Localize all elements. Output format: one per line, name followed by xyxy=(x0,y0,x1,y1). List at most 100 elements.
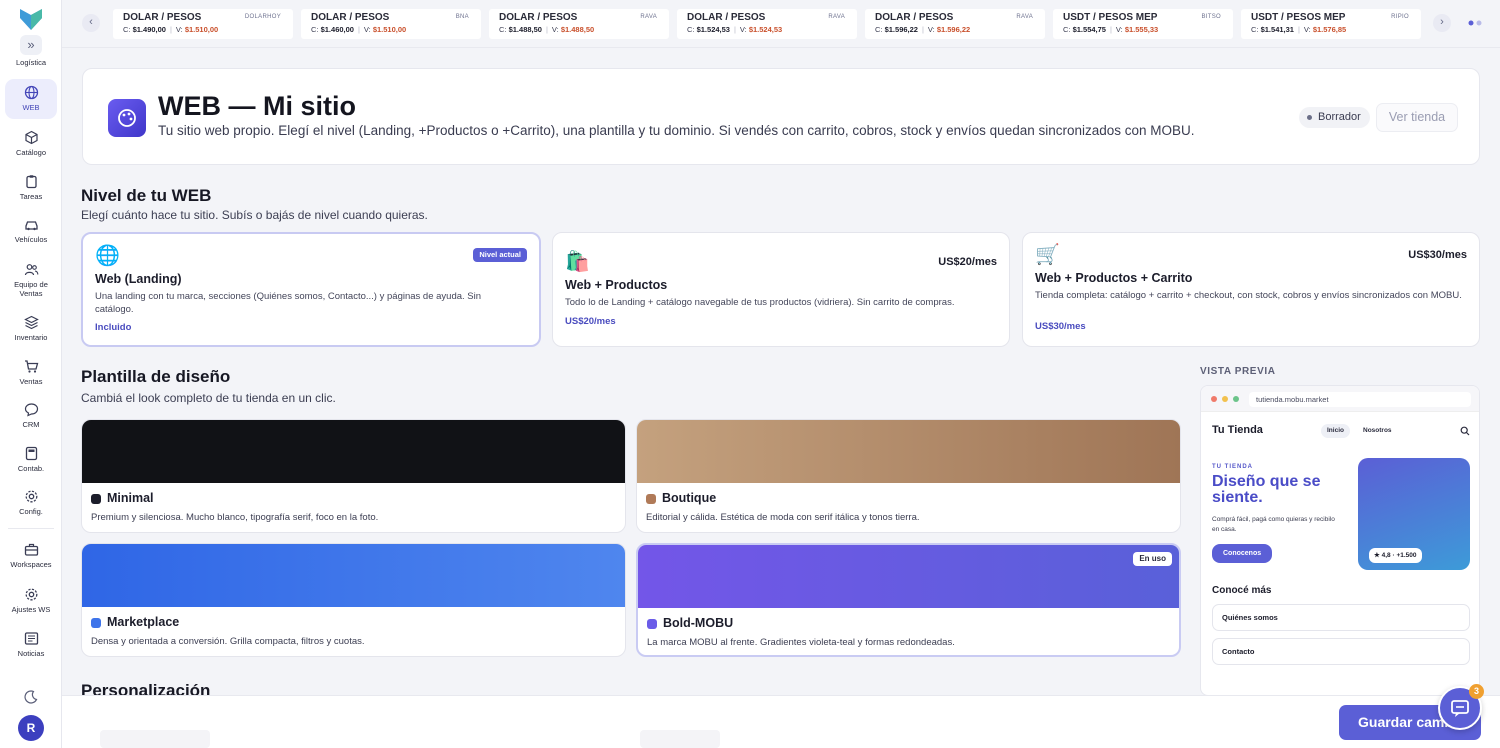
sidebar-item-label: Equipo de Ventas xyxy=(14,280,48,298)
template-card-boutique[interactable]: Boutique Editorial y cálida. Estética de… xyxy=(636,419,1181,533)
sidebar-item-equipo-de-ventas[interactable]: Equipo de Ventas xyxy=(5,256,57,298)
sidebar-item-vehiculos[interactable]: Vehículos xyxy=(5,211,57,251)
ticker-buy-label: C: xyxy=(875,25,883,34)
template-card-bold-mobu[interactable]: En uso Bold-MOBU La marca MOBU al frente… xyxy=(636,543,1181,657)
ticker-prev-button[interactable]: ‹ xyxy=(82,14,100,32)
preview-more-title: Conocé más xyxy=(1212,585,1272,596)
ticker-separator: | xyxy=(545,25,548,34)
ticker-separator: | xyxy=(1297,25,1300,34)
chat-icon xyxy=(24,403,38,417)
template-card-marketplace[interactable]: Marketplace Densa y orientada a conversi… xyxy=(81,543,626,657)
bottom-action-bar xyxy=(62,695,1500,748)
sidebar-item-workspaces[interactable]: Workspaces xyxy=(5,536,57,576)
ticker-sell-label: V: xyxy=(1115,25,1123,34)
sidebar-item-config[interactable]: Config. xyxy=(5,483,57,523)
ticker-toggle-icon[interactable] xyxy=(1468,20,1482,26)
ticker-card[interactable]: DOLAR / PESOS BNA C: $1.460,00 | V: $1.510,0… xyxy=(301,9,481,39)
ticker-buy-value: $1.596,22 xyxy=(884,25,918,34)
ticker-sell-label: V: xyxy=(175,25,183,34)
template-name: Boutique xyxy=(662,491,717,505)
sidebar-item-label: Config. xyxy=(19,507,43,516)
palette-icon xyxy=(108,99,146,137)
preview-link-row: Contacto xyxy=(1212,638,1470,665)
sidebar-item-catalogo[interactable]: Catálogo xyxy=(5,124,57,164)
plan-price-label: Incluido xyxy=(95,322,132,333)
template-name: Marketplace xyxy=(107,615,180,629)
ticker-buy-value: $1.524,53 xyxy=(696,25,730,34)
preview-nav-item: Inicio xyxy=(1321,424,1350,438)
sidebar-item-noticias[interactable]: Noticias xyxy=(5,625,57,665)
plan-price: US$30/mes xyxy=(1408,249,1467,261)
cart-icon: 🛒 xyxy=(1035,244,1060,266)
in-use-badge: En uso xyxy=(1133,552,1172,566)
sidebar-item-crm[interactable]: CRM xyxy=(5,396,57,436)
sidebar-item-inventario[interactable]: Inventario xyxy=(5,309,57,349)
faded-field xyxy=(100,730,210,748)
ticker-card[interactable]: DOLAR / PESOS RAVA C: $1.596,22 | V: $1.596,… xyxy=(865,9,1045,39)
faded-field xyxy=(640,730,720,748)
template-description: Premium y silenciosa. Mucho blanco, tipo… xyxy=(91,512,379,523)
box-icon xyxy=(24,130,38,145)
sidebar-item-label: Vehículos xyxy=(14,235,48,244)
view-store-button[interactable]: Ver tienda xyxy=(1376,103,1458,132)
ticker-card[interactable]: DOLAR / PESOS RAVA C: $1.524,53 | V: $1.524,… xyxy=(677,9,857,39)
ticker-card[interactable]: USDT / PESOS MEP RIPIO C: $1.541,31 | V: $1.… xyxy=(1241,9,1421,39)
ticker-buy-label: C: xyxy=(687,25,695,34)
preview-cta-button: Conocenos xyxy=(1212,544,1273,563)
preview-label: VISTA PREVIA xyxy=(1200,366,1276,377)
ticker-next-button[interactable]: › xyxy=(1433,14,1451,32)
plan-card-products[interactable]: 🛍️ US$20/mes Web + Productos Todo lo de … xyxy=(552,232,1010,347)
ticker-pair: DOLAR / PESOS xyxy=(311,12,390,23)
ticker-buy-label: C: xyxy=(1251,25,1259,34)
template-description: La marca MOBU al frente. Gradientes viol… xyxy=(647,637,955,648)
sidebar-item-web[interactable]: WEB xyxy=(5,79,57,119)
ticker-buy-value: $1.541,31 xyxy=(1260,25,1294,34)
ticker-sell-value: $1.576,85 xyxy=(1312,25,1347,34)
sidebar-divider xyxy=(8,528,54,529)
template-description: Editorial y cálida. Estética de moda con… xyxy=(646,512,920,523)
sidebar-item-logistica[interactable]: Logística xyxy=(5,36,57,70)
sidebar-item-label: CRM xyxy=(22,420,40,429)
page-title: WEB — Mi sitio xyxy=(158,91,356,121)
sidebar-item-ventas[interactable]: Ventas xyxy=(5,353,57,393)
ticker-sell-value: $1.596,22 xyxy=(936,25,971,34)
ticker-pair: DOLAR / PESOS xyxy=(499,12,578,23)
ticker-sell-label: V: xyxy=(927,25,935,34)
ticker-card[interactable]: USDT / PESOS MEP BITSO C: $1.554,75 | V: $1.… xyxy=(1053,9,1233,39)
plan-card-cart[interactable]: 🛒 US$30/mes Web + Productos + Carrito Ti… xyxy=(1022,232,1480,347)
template-color-dot xyxy=(91,618,101,628)
ticker-buy-label: C: xyxy=(1063,25,1071,34)
ticker-sell-label: V: xyxy=(739,25,747,34)
sidebar-item-tareas[interactable]: Tareas xyxy=(5,168,57,208)
preview-brand: Tu Tienda xyxy=(1212,424,1263,436)
template-section-subtitle: Cambiá el look completo de tu tienda en … xyxy=(81,391,336,405)
cart-icon xyxy=(24,360,38,373)
preview-rating: ★ 4,8 · +1.500 xyxy=(1369,548,1422,563)
sidebar-item-label: Contab. xyxy=(17,464,45,473)
plan-card-landing[interactable]: 🌐 Nivel actual Web (Landing) Una landing… xyxy=(81,232,541,347)
ticker-card[interactable]: DOLAR / PESOS RAVA C: $1.488,50 | V: $1.488,… xyxy=(489,9,669,39)
ticker-source: RAVA xyxy=(640,14,657,20)
ticker-source: BNA xyxy=(455,14,469,20)
page-subtitle: Tu sitio web propio. Elegí el nivel (Lan… xyxy=(158,123,1195,138)
clipboard-icon xyxy=(25,175,37,189)
plan-description: Tienda completa: catálogo + carrito + ch… xyxy=(1035,290,1462,301)
sidebar-item-contab[interactable]: Contab. xyxy=(5,440,57,480)
dark-mode-icon[interactable] xyxy=(24,690,38,704)
plan-description: Una landing con tu marca, secciones (Qui… xyxy=(95,291,482,315)
preview-hero-title: Diseño que se siente. xyxy=(1212,473,1321,506)
template-card-minimal[interactable]: Minimal Premium y silenciosa. Mucho blan… xyxy=(81,419,626,533)
sidebar-item-label: Workspaces xyxy=(10,560,52,569)
ticker-sell-label: V: xyxy=(551,25,559,34)
ticker-pair: USDT / PESOS MEP xyxy=(1251,12,1346,23)
sidebar-item-label: Noticias xyxy=(17,649,45,658)
template-banner xyxy=(638,545,1179,608)
globe-icon: 🌐 xyxy=(95,245,120,267)
ticker-values: C: $1.541,31 | V: $1.576,85 xyxy=(1251,25,1411,34)
ticker-sell-label: V: xyxy=(363,25,371,34)
sidebar-item-ajustes-ws[interactable]: Ajustes WS xyxy=(5,581,57,621)
user-avatar[interactable]: R xyxy=(18,715,44,741)
plan-name: Web + Productos + Carrito xyxy=(1035,271,1193,285)
mobu-logo[interactable] xyxy=(18,6,44,32)
ticker-card[interactable]: DOLAR / PESOS DOLARHOY C: $1.490,00 | V: $1.… xyxy=(113,9,293,39)
